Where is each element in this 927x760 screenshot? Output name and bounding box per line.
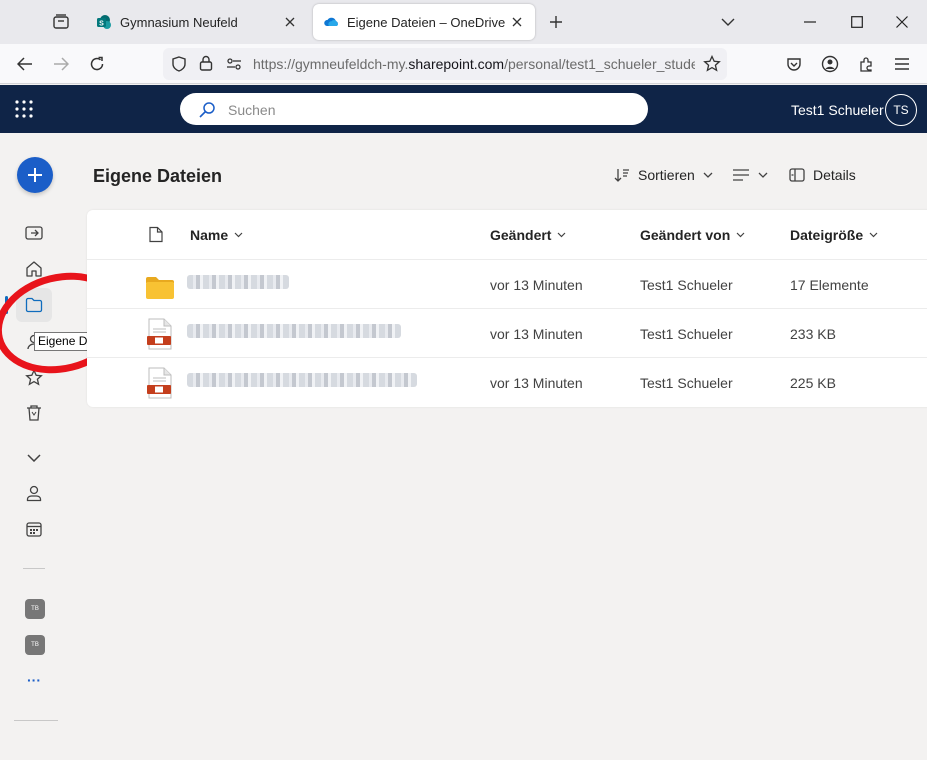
modified-cell: vor 13 Minuten — [490, 277, 583, 293]
file-name-redacted[interactable] — [187, 373, 417, 387]
sort-icon — [614, 169, 629, 182]
url-domain: sharepoint.com — [408, 56, 505, 72]
shield-icon[interactable] — [171, 56, 187, 77]
more-ellipsis-icon[interactable]: ··· — [22, 668, 46, 692]
modified-cell: vor 13 Minuten — [490, 375, 583, 391]
folder-icon — [146, 277, 174, 299]
url-bar[interactable]: https://gymneufeldch-my.sharepoint.com/p… — [163, 48, 727, 80]
svg-text:S: S — [99, 21, 104, 28]
rail-divider — [23, 568, 45, 569]
size-cell: 233 KB — [790, 326, 836, 342]
column-header-modified-by[interactable]: Geändert von — [640, 227, 745, 243]
column-header-modified[interactable]: Geändert — [490, 227, 566, 243]
search-placeholder: Suchen — [228, 102, 276, 118]
person-icon[interactable] — [22, 481, 46, 505]
view-options-button[interactable] — [732, 164, 768, 186]
account-icon[interactable] — [816, 50, 844, 78]
url-text[interactable]: https://gymneufeldch-my.sharepoint.com/p… — [253, 56, 695, 72]
column-header-label: Dateigröße — [790, 227, 864, 243]
chevron-down-icon — [736, 232, 745, 238]
column-header-label: Geändert — [490, 227, 552, 243]
tab-gymnasium-neufeld[interactable]: S Gymnasium Neufeld — [86, 4, 308, 40]
lock-icon[interactable] — [199, 55, 213, 76]
create-new-button[interactable] — [17, 157, 53, 193]
recycle-bin-icon[interactable] — [22, 401, 46, 425]
new-tab-plus-icon[interactable] — [544, 10, 568, 34]
list-view-icon — [733, 169, 749, 181]
minimize-icon[interactable] — [796, 8, 824, 36]
sort-label: Sortieren — [638, 167, 695, 183]
page-title: Eigene Dateien — [93, 166, 223, 186]
back-arrow-icon[interactable] — [11, 50, 39, 78]
menu-hamburger-icon[interactable] — [888, 50, 916, 78]
site-badge[interactable]: TB — [25, 599, 45, 619]
tab-title: Gymnasium Neufeld — [120, 14, 238, 30]
file-name-redacted[interactable] — [187, 324, 401, 338]
modified-by-cell: Test1 Schueler — [640, 375, 733, 391]
maximize-icon[interactable] — [843, 8, 871, 36]
column-header-label: Geändert von — [640, 227, 731, 243]
site-badge[interactable]: TB — [25, 635, 45, 655]
size-cell: 17 Elemente — [790, 277, 869, 293]
size-cell: 225 KB — [790, 375, 836, 391]
onedrive-app-bar: Suchen Test1 Schueler TS — [0, 85, 927, 133]
user-name[interactable]: Test1 Schueler — [791, 102, 884, 118]
details-pane-icon — [789, 168, 805, 182]
tab-title: Eigene Dateien – OneDrive — [347, 14, 506, 30]
pdf-file-icon — [147, 318, 172, 350]
sort-button[interactable]: Sortieren — [614, 164, 713, 186]
extensions-icon[interactable] — [852, 50, 880, 78]
bookmark-star-icon[interactable] — [703, 54, 721, 78]
column-header-label: Name — [190, 227, 229, 243]
avatar[interactable]: TS — [885, 94, 917, 126]
calendar-icon[interactable] — [22, 517, 46, 541]
browser-tab-strip: S Gymnasium Neufeld Eigene Dateien – One… — [0, 0, 927, 44]
close-icon[interactable] — [509, 14, 525, 30]
column-header-size[interactable]: Dateigröße — [790, 227, 878, 243]
modified-by-cell: Test1 Schueler — [640, 277, 733, 293]
tab-list-icon[interactable] — [48, 10, 74, 34]
collapse-pane-icon[interactable] — [22, 221, 46, 245]
url-path: /personal/test1_schueler_stude — [504, 56, 695, 72]
reload-icon[interactable] — [83, 50, 111, 78]
search-icon — [198, 101, 216, 124]
details-button[interactable]: Details — [789, 164, 856, 186]
site-permissions-icon[interactable] — [226, 57, 242, 76]
file-name-redacted[interactable] — [187, 275, 289, 289]
pdf-file-icon — [147, 367, 172, 399]
chevron-down-icon — [703, 172, 713, 178]
plus-icon — [28, 168, 42, 182]
chevron-down-icon[interactable] — [714, 8, 742, 36]
column-header-name[interactable]: Name — [190, 227, 243, 243]
table-row[interactable]: vor 13 Minuten Test1 Schueler 225 KB — [87, 358, 927, 407]
file-type-icon[interactable] — [149, 226, 163, 246]
chevron-down-icon — [558, 232, 566, 238]
tab-eigene-dateien[interactable]: Eigene Dateien – OneDrive — [313, 4, 535, 40]
browser-navbar: https://gymneufeldch-my.sharepoint.com/p… — [0, 44, 927, 84]
chevron-down-icon[interactable] — [22, 446, 46, 470]
table-row[interactable]: vor 13 Minuten Test1 Schueler 233 KB — [87, 309, 927, 358]
search-box[interactable]: Suchen — [180, 93, 648, 125]
chevron-down-icon — [869, 232, 878, 238]
onedrive-icon — [324, 17, 338, 27]
details-label: Details — [813, 167, 856, 183]
chevron-down-icon — [234, 232, 243, 238]
app-launcher-icon[interactable] — [14, 99, 34, 119]
close-icon[interactable] — [282, 14, 298, 30]
sharepoint-icon: S — [97, 15, 111, 29]
file-list-header: Name Geändert Geändert von Dateigröße — [87, 210, 927, 260]
close-window-icon[interactable] — [888, 8, 916, 36]
file-list: Name Geändert Geändert von Dateigröße vo… — [87, 210, 927, 407]
rail-divider — [14, 720, 58, 721]
table-row[interactable]: vor 13 Minuten Test1 Schueler 17 Element… — [87, 260, 927, 309]
forward-arrow-icon[interactable] — [47, 50, 75, 78]
chevron-down-icon — [758, 172, 768, 178]
pocket-icon[interactable] — [780, 50, 808, 78]
modified-cell: vor 13 Minuten — [490, 326, 583, 342]
modified-by-cell: Test1 Schueler — [640, 326, 733, 342]
url-prefix: https://gymneufeldch-my. — [253, 56, 409, 72]
